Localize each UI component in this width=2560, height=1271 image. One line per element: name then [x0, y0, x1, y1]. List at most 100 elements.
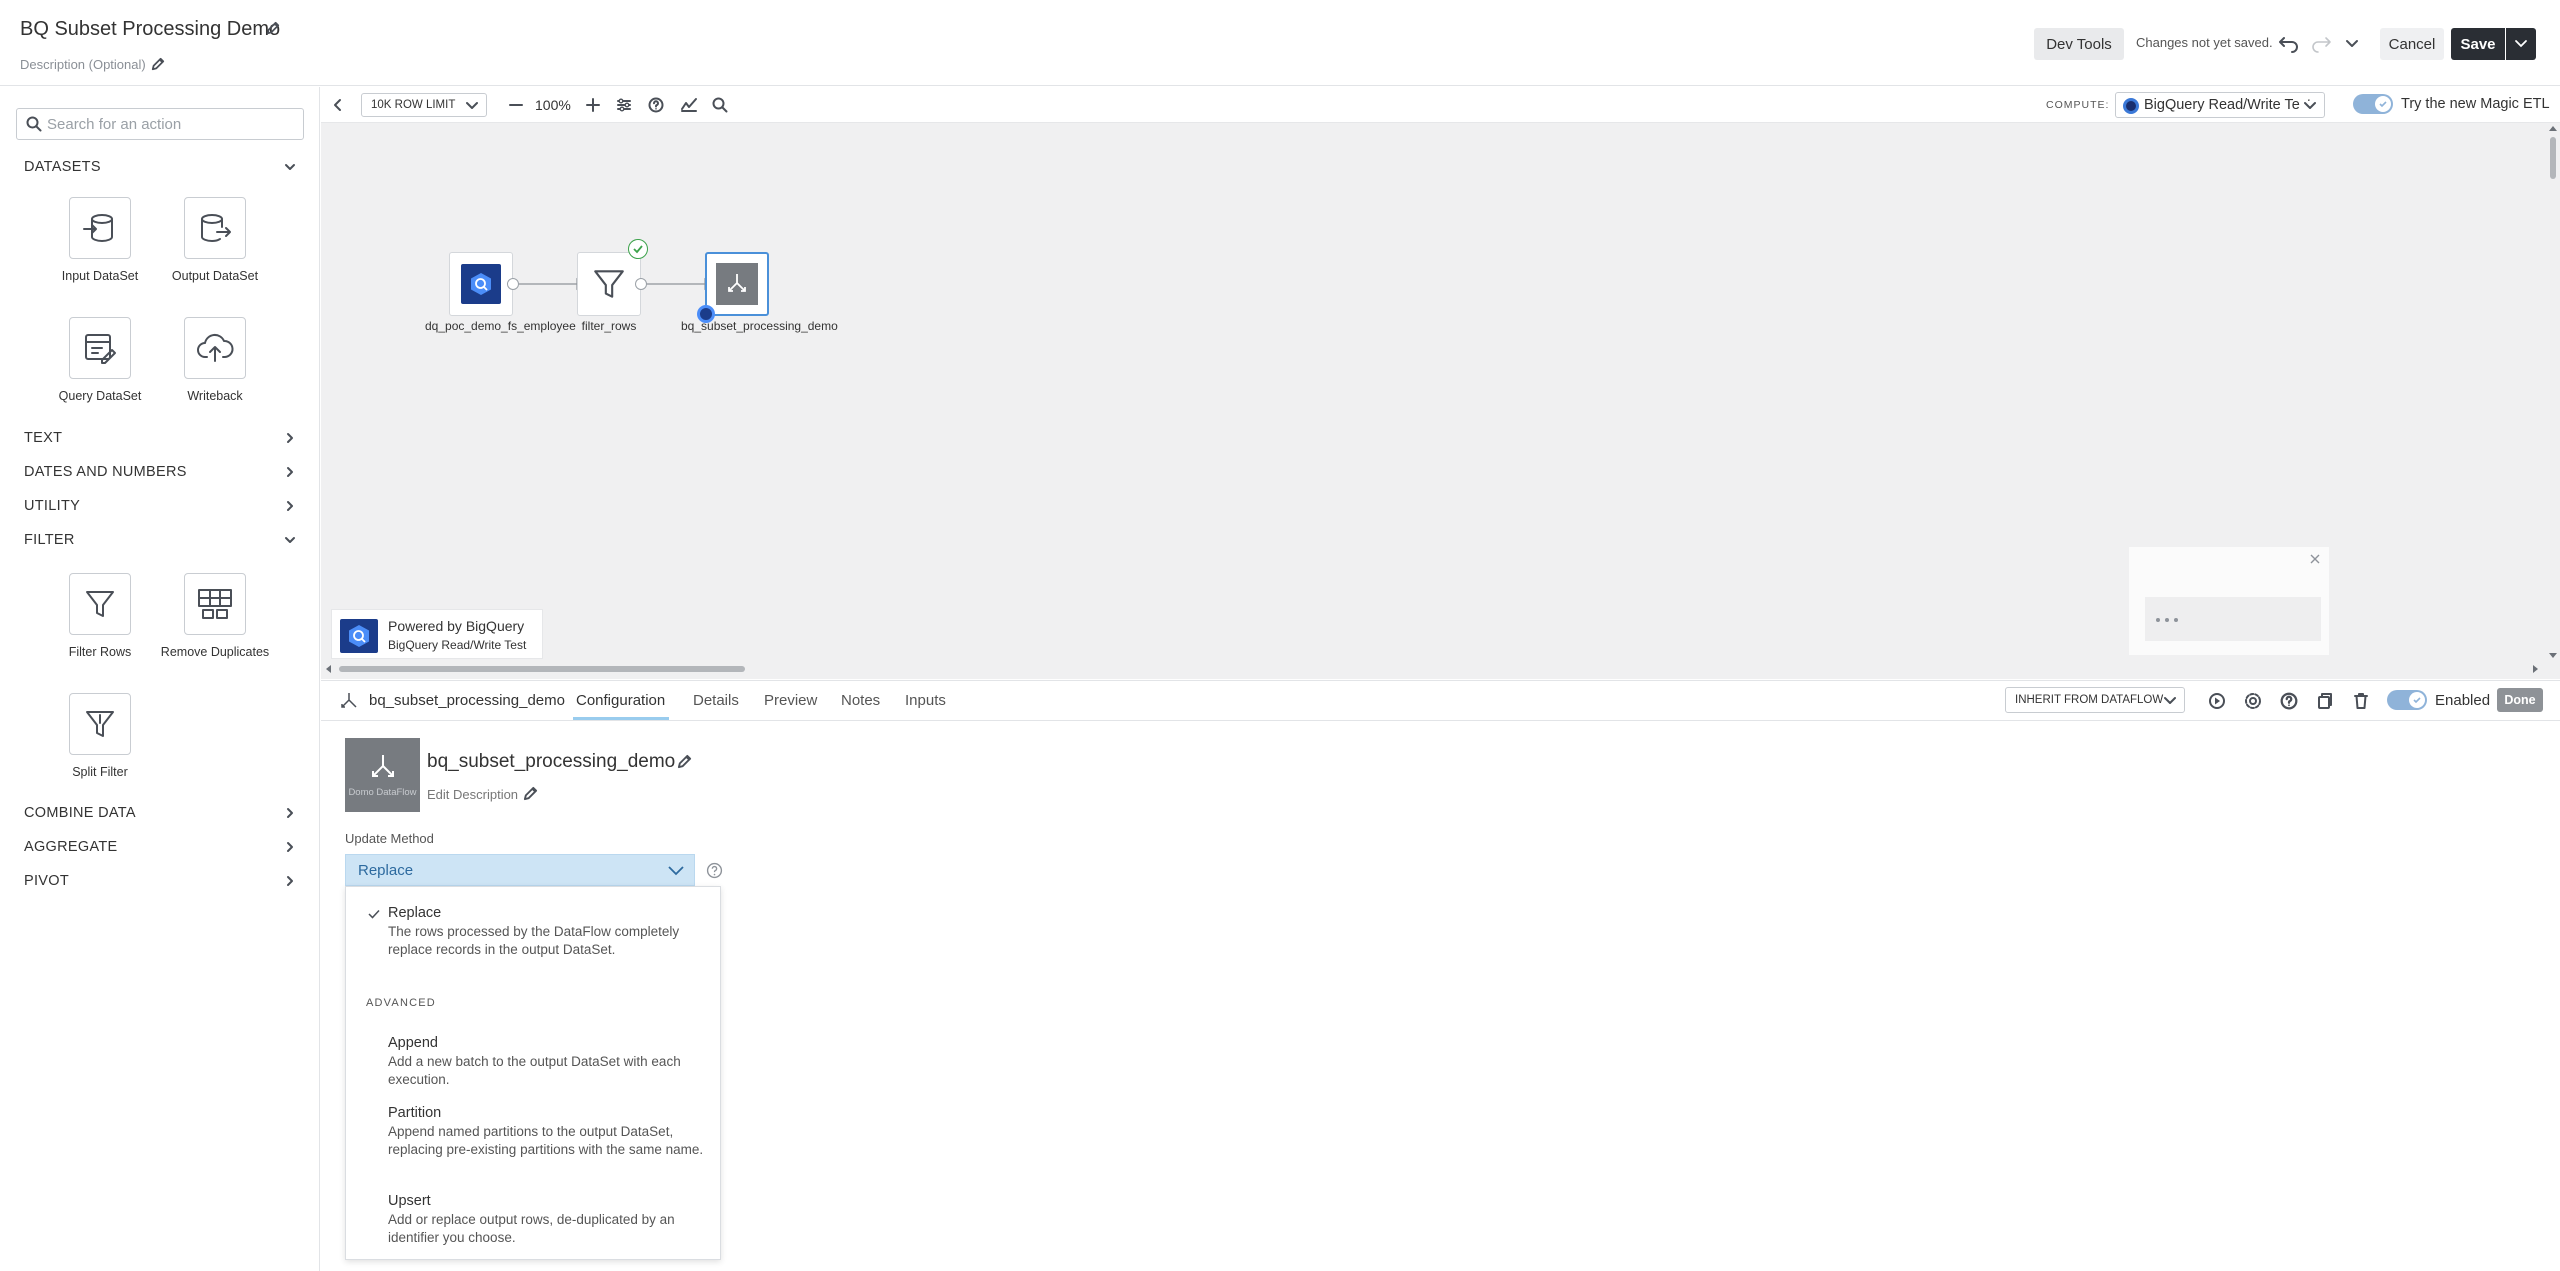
section-pivot[interactable]: PIVOT: [24, 869, 296, 893]
history-chevron-down-icon[interactable]: [2344, 36, 2360, 52]
chevron-down-icon: [285, 537, 295, 543]
delete-trash-icon[interactable]: [2352, 692, 2370, 710]
option-append[interactable]: Append Add a new batch to the output Dat…: [388, 1034, 708, 1089]
run-play-icon[interactable]: [2208, 692, 2226, 710]
redo-icon[interactable]: [2310, 33, 2332, 53]
save-status-text: Changes not yet saved.: [2136, 35, 2273, 50]
inherit-select[interactable]: INHERIT FROM DATAFLOW: [2005, 687, 2185, 713]
tile-label: Split Filter: [72, 765, 128, 779]
update-method-dropdown-menu: Replace The rows processed by the DataFl…: [345, 886, 721, 1260]
powered-by-subtext: BigQuery Read/Write Test: [388, 638, 527, 652]
scroll-left-icon[interactable]: [325, 665, 333, 673]
edit-description-pencil-icon[interactable]: [151, 57, 165, 71]
option-name: Replace: [388, 905, 442, 921]
help-icon[interactable]: [706, 862, 723, 879]
scroll-down-icon[interactable]: [2549, 651, 2557, 659]
section-utility[interactable]: UTILITY: [24, 494, 296, 518]
section-dates-label: DATES AND NUMBERS: [24, 464, 187, 480]
section-filter[interactable]: FILTER: [24, 528, 296, 552]
option-partition[interactable]: Partition Append named partitions to the…: [388, 1104, 708, 1159]
config-tile-title[interactable]: bq_subset_processing_demo: [427, 751, 675, 773]
save-button[interactable]: Save: [2451, 28, 2505, 60]
done-button[interactable]: Done: [2497, 688, 2543, 712]
horizontal-scrollbar[interactable]: [321, 662, 2560, 676]
section-text[interactable]: TEXT: [24, 426, 296, 450]
scroll-right-icon[interactable]: [2531, 665, 2539, 673]
section-aggregate-label: AGGREGATE: [24, 839, 118, 855]
panel-tab-bar: bq_subset_processing_demo Configuration …: [321, 681, 2560, 721]
edit-title-pencil-icon[interactable]: [677, 754, 692, 769]
description-field[interactable]: Description (Optional): [20, 57, 146, 72]
search-input[interactable]: [47, 114, 297, 134]
dataflow-canvas[interactable]: 10K ROW LIMIT 100% COMPUTE: BigQuery Rea…: [321, 87, 2560, 679]
tile-split-filter[interactable]: Split Filter: [45, 693, 155, 779]
tile-remove-duplicates[interactable]: Remove Duplicates: [160, 573, 270, 659]
node-input-dataset[interactable]: [449, 252, 513, 316]
vertical-scrollbar[interactable]: [2547, 123, 2560, 663]
help-icon[interactable]: [2280, 692, 2298, 710]
tile-input-dataset[interactable]: Input DataSet: [45, 197, 155, 283]
node-output-port[interactable]: [635, 278, 647, 290]
output-dataset-icon: [184, 197, 246, 259]
node-filter-rows[interactable]: [577, 252, 641, 316]
enabled-label: Enabled: [2435, 691, 2491, 709]
section-combine-data[interactable]: COMBINE DATA: [24, 801, 296, 825]
option-description: Add a new batch to the output DataSet wi…: [388, 1054, 681, 1087]
vertical-scroll-thumb[interactable]: [2550, 137, 2556, 179]
close-icon[interactable]: [2309, 553, 2321, 565]
section-text-label: TEXT: [24, 430, 63, 446]
icon-caption: Domo DataFlow: [348, 786, 417, 798]
section-datasets[interactable]: DATASETS: [24, 155, 296, 179]
search-box[interactable]: [16, 108, 304, 140]
minimap-view[interactable]: [2145, 597, 2321, 641]
chevron-right-icon: [287, 842, 293, 852]
tab-notes[interactable]: Notes: [841, 692, 880, 709]
minimap-panel: [2129, 547, 2329, 655]
option-replace[interactable]: Replace The rows processed by the DataFl…: [388, 904, 708, 959]
save-options-chevron-icon[interactable]: [2506, 28, 2536, 60]
toggle-switch[interactable]: [2387, 690, 2427, 710]
chevron-down-icon: [668, 866, 684, 876]
node-output-port[interactable]: [507, 278, 519, 290]
tile-output-dataset[interactable]: Output DataSet: [160, 197, 270, 283]
enabled-toggle[interactable]: Enabled: [2387, 690, 2490, 710]
node-output-dataset[interactable]: [705, 252, 769, 316]
copy-icon[interactable]: [2316, 692, 2334, 710]
tab-inputs[interactable]: Inputs: [905, 692, 946, 709]
update-method-label: Update Method: [345, 831, 434, 846]
selected-check-icon: [368, 909, 380, 919]
advanced-group-label: ADVANCED: [366, 997, 436, 1009]
tab-preview[interactable]: Preview: [764, 692, 817, 709]
tile-filter-rows[interactable]: Filter Rows: [45, 573, 155, 659]
bigquery-logo-icon: [340, 619, 378, 653]
update-method-select[interactable]: Replace: [345, 854, 695, 886]
tile-label: Query DataSet: [58, 389, 142, 403]
section-dates-and-numbers[interactable]: DATES AND NUMBERS: [24, 460, 296, 484]
dataflow-title[interactable]: BQ Subset Processing Demo: [20, 18, 280, 41]
gear-icon[interactable]: [2244, 692, 2262, 710]
option-description: Append named partitions to the output Da…: [388, 1124, 704, 1157]
option-name: Upsert: [388, 1193, 431, 1209]
edit-description-pencil-icon[interactable]: [523, 786, 538, 801]
top-header: BQ Subset Processing Demo Description (O…: [0, 0, 2560, 86]
horizontal-scroll-thumb[interactable]: [339, 666, 745, 672]
option-upsert[interactable]: Upsert Add or replace output rows, de-du…: [388, 1192, 708, 1247]
section-aggregate[interactable]: AGGREGATE: [24, 835, 296, 859]
inherit-value: INHERIT FROM DATAFLOW: [2015, 694, 2164, 706]
active-tab-indicator: [573, 717, 669, 720]
tab-configuration[interactable]: Configuration: [576, 692, 665, 709]
edit-title-pencil-icon[interactable]: [266, 21, 280, 35]
tile-writeback[interactable]: Writeback: [160, 317, 270, 403]
edit-description-link[interactable]: Edit Description: [427, 787, 518, 802]
cancel-button[interactable]: Cancel: [2380, 28, 2444, 60]
split-filter-icon: [69, 693, 131, 755]
dev-tools-button[interactable]: Dev Tools: [2034, 28, 2124, 60]
search-icon: [26, 116, 42, 132]
selected-tile-name: bq_subset_processing_demo: [369, 692, 565, 709]
tab-details[interactable]: Details: [693, 692, 739, 709]
cloud-upload-icon: [184, 317, 246, 379]
tile-query-dataset[interactable]: Query DataSet: [45, 317, 155, 403]
scroll-up-icon[interactable]: [2549, 125, 2557, 133]
undo-icon[interactable]: [2278, 33, 2300, 53]
dataflow-tile-icon: Domo DataFlow: [345, 738, 420, 812]
